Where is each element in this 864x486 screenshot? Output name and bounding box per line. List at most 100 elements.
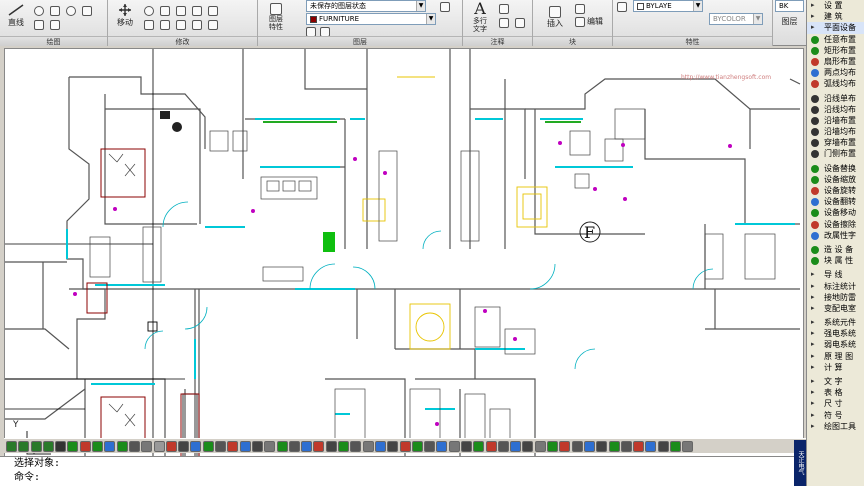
palette-command[interactable]: 沿线均布 — [807, 104, 864, 115]
toolbar-tool-icon[interactable] — [153, 440, 165, 452]
hatch-button[interactable] — [34, 20, 44, 30]
rotate-button[interactable] — [144, 6, 154, 16]
toolbar-tool-icon[interactable] — [362, 440, 374, 452]
toolbar-tool-icon[interactable] — [239, 440, 251, 452]
palette-command[interactable]: 沿墙均布 — [807, 126, 864, 137]
rectangle-button[interactable] — [82, 6, 92, 16]
layer-view-button[interactable]: 图层 — [775, 16, 804, 27]
toolbar-tool-icon[interactable] — [497, 440, 509, 452]
drawing-canvas[interactable]: F http://www.tianzhengsoft.com Y X — [4, 48, 804, 464]
toolbar-tool-icon[interactable] — [55, 440, 67, 452]
toolbar-tool-icon[interactable] — [387, 440, 399, 452]
palette-category[interactable]: ▸ 建 筑 — [807, 11, 864, 22]
toolbar-tool-icon[interactable] — [313, 440, 325, 452]
scale-button[interactable] — [160, 20, 170, 30]
insert-block-button[interactable]: 插入 — [541, 4, 569, 30]
line-button[interactable]: 直线 — [4, 2, 28, 28]
palette-command[interactable]: 设备擦除 — [807, 219, 864, 230]
toolbar-tool-icon[interactable] — [6, 440, 17, 452]
toolbar-tool-icon[interactable] — [534, 440, 546, 452]
toolbar-tool-icon[interactable] — [645, 440, 657, 452]
toolbar-tool-icon[interactable] — [30, 440, 42, 452]
palette-command[interactable]: 沿墙布置 — [807, 115, 864, 126]
polyline-button[interactable] — [50, 20, 60, 30]
leader-button[interactable] — [499, 18, 509, 28]
palette-category[interactable]: ▸ 标注统计 — [807, 281, 864, 292]
palette-category[interactable]: ▸ 绘图工具 — [807, 421, 864, 432]
toolbar-tool-icon[interactable] — [276, 440, 288, 452]
palette-command[interactable]: 弧线均布 — [807, 78, 864, 89]
toolbar-tool-icon[interactable] — [436, 440, 448, 452]
toolbar-tool-icon[interactable] — [559, 440, 571, 452]
palette-command[interactable]: 两点均布 — [807, 67, 864, 78]
toolbar-tool-icon[interactable] — [485, 440, 497, 452]
toolbar-tool-icon[interactable] — [350, 440, 362, 452]
toolbar-tool-icon[interactable] — [128, 440, 140, 452]
palette-category[interactable]: ▸ 原 理 图 — [807, 351, 864, 362]
mirror-button[interactable] — [192, 6, 202, 16]
palette-category[interactable]: ▸ 平面设备 — [807, 22, 864, 34]
palette-command[interactable]: 穿墙布置 — [807, 137, 864, 148]
palette-command[interactable]: 门侧布置 — [807, 148, 864, 159]
stretch-button[interactable] — [144, 20, 154, 30]
circle-button[interactable] — [34, 6, 44, 16]
toolbar-tool-icon[interactable] — [596, 440, 608, 452]
create-block-button[interactable] — [575, 4, 585, 14]
layer-tool-3[interactable] — [440, 2, 450, 12]
color-select[interactable]: BYLAYE ▼ — [633, 0, 703, 12]
toolbar-tool-icon[interactable] — [18, 440, 30, 452]
toolbar-tool-icon[interactable] — [547, 440, 559, 452]
toolbar-tool-icon[interactable] — [411, 440, 423, 452]
toolbar-tool-icon[interactable] — [608, 440, 620, 452]
toolbar-tool-icon[interactable] — [682, 440, 694, 452]
palette-command[interactable]: 设备替换 — [807, 163, 864, 174]
fillet-button[interactable] — [208, 6, 218, 16]
toolbar-tool-icon[interactable] — [325, 440, 337, 452]
palette-category[interactable]: ▸ 设 置 — [807, 0, 864, 11]
edit-block-button[interactable]: 编辑 — [575, 16, 603, 27]
toolbar-tool-icon[interactable] — [399, 440, 411, 452]
palette-command[interactable]: 任意布置 — [807, 34, 864, 45]
palette-category[interactable]: ▸ 强电系统 — [807, 328, 864, 339]
palette-category[interactable]: ▸ 表 格 — [807, 387, 864, 398]
toolbar-tool-icon[interactable] — [424, 440, 436, 452]
toolbar-tool-icon[interactable] — [657, 440, 669, 452]
toolbar-tool-icon[interactable] — [227, 440, 239, 452]
command-prompt-line[interactable]: 命令: — [0, 471, 806, 485]
palette-command[interactable]: 扇形布置 — [807, 56, 864, 67]
palette-command[interactable]: 设备缩放 — [807, 174, 864, 185]
toolbar-tool-icon[interactable] — [215, 440, 227, 452]
toolbar-tool-icon[interactable] — [620, 440, 632, 452]
toolbar-tool-icon[interactable] — [42, 440, 54, 452]
toolbar-tool-icon[interactable] — [338, 440, 350, 452]
palette-category[interactable]: ▸ 尺 寸 — [807, 398, 864, 409]
toolbar-tool-icon[interactable] — [583, 440, 595, 452]
view-button[interactable] — [66, 6, 76, 16]
bk-select[interactable]: BK — [775, 0, 804, 12]
toolbar-tool-icon[interactable] — [165, 440, 177, 452]
toolbar-tool-icon[interactable] — [79, 440, 91, 452]
palette-category[interactable]: ▸ 接地防雷 — [807, 292, 864, 303]
toolbar-tool-icon[interactable] — [460, 440, 472, 452]
explode-button[interactable] — [208, 20, 218, 30]
palette-command[interactable]: 改属性字 — [807, 230, 864, 241]
command-line[interactable]: 选择对象: 命令: — [0, 456, 806, 486]
linetype-select[interactable]: BYCOLOR ▼ — [709, 13, 763, 25]
toolbar-tool-icon[interactable] — [374, 440, 386, 452]
palette-command[interactable]: 设备移动 — [807, 207, 864, 218]
palette-command[interactable]: 造 设 备 — [807, 244, 864, 255]
toolbar-tool-icon[interactable] — [264, 440, 276, 452]
toolbar-tool-icon[interactable] — [202, 440, 214, 452]
palette-command[interactable]: 矩形布置 — [807, 45, 864, 56]
toolbar-tool-icon[interactable] — [571, 440, 583, 452]
toolbar-tool-icon[interactable] — [670, 440, 682, 452]
toolbar-tool-icon[interactable] — [251, 440, 263, 452]
mtext-button[interactable]: A 多行 文字 — [467, 0, 493, 34]
layer-properties-button[interactable]: 图层 特性 — [262, 2, 290, 32]
palette-category[interactable]: ▸ 文 字 — [807, 376, 864, 387]
toolbar-tool-icon[interactable] — [67, 440, 79, 452]
palette-command[interactable]: 沿线单布 — [807, 93, 864, 104]
toolbar-tool-icon[interactable] — [448, 440, 460, 452]
toolbar-tool-icon[interactable] — [510, 440, 522, 452]
palette-command[interactable]: 设备翻转 — [807, 196, 864, 207]
